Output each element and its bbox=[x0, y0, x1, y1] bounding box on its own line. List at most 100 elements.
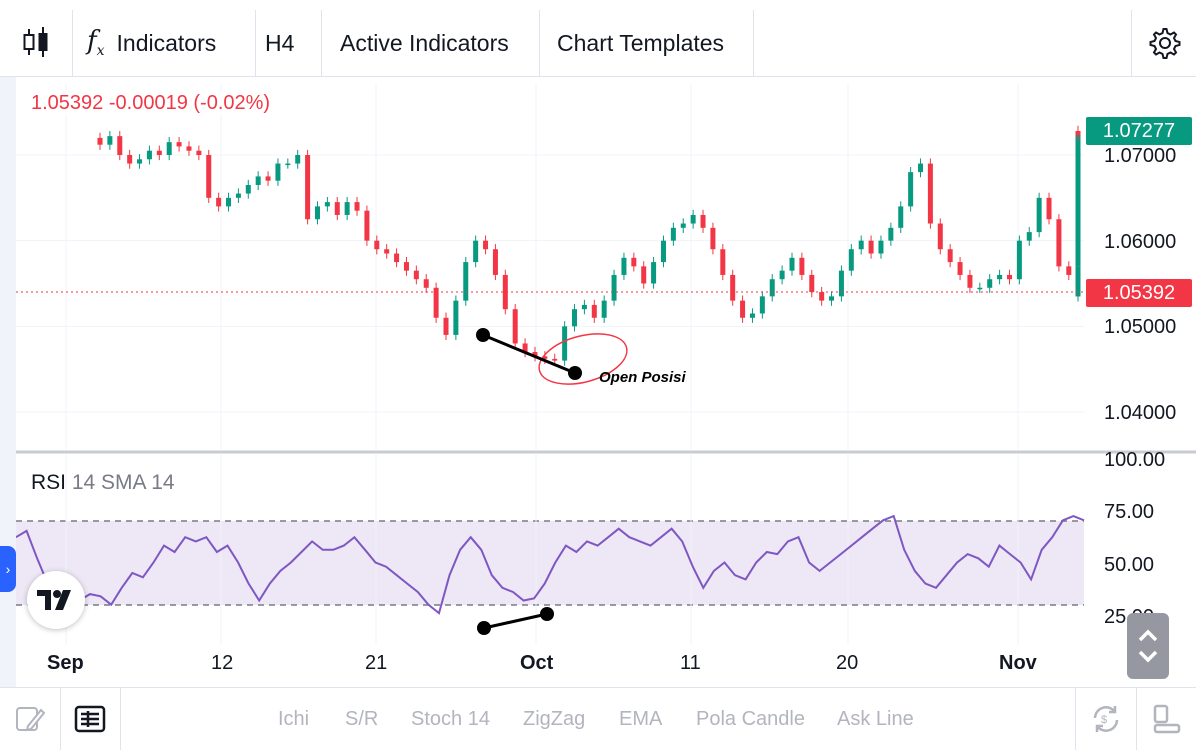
ask-line-button[interactable]: Ask Line bbox=[837, 708, 914, 731]
candle-body bbox=[621, 257, 627, 275]
candle-body bbox=[146, 150, 152, 160]
time-axis-label: Oct bbox=[520, 652, 554, 674]
candle-body bbox=[1066, 266, 1072, 275]
rsi-divergence-end-point bbox=[540, 607, 554, 621]
candle-body bbox=[314, 206, 320, 220]
legend-price: 1.05392 bbox=[31, 92, 104, 114]
candle-body bbox=[117, 136, 123, 155]
ichi-button[interactable]: Ichi bbox=[278, 708, 309, 731]
candle-body bbox=[226, 197, 232, 207]
sidebar-expand-tab[interactable]: › bbox=[0, 546, 16, 592]
chart-templates-button[interactable]: Chart Templates bbox=[540, 10, 754, 76]
candle-body bbox=[305, 155, 311, 220]
active-indicators-button[interactable]: Active Indicators bbox=[322, 10, 540, 76]
last-price-badge: 1.05392 bbox=[1086, 279, 1192, 307]
candle-body bbox=[957, 262, 963, 275]
candle-body bbox=[759, 296, 765, 314]
candle-body bbox=[878, 240, 884, 254]
candle-body bbox=[690, 214, 696, 224]
rsi-divergence-line bbox=[483, 612, 548, 630]
candle-body bbox=[1016, 240, 1022, 280]
candle-body bbox=[898, 206, 904, 228]
price-axis-label: 1.07000 bbox=[1104, 145, 1177, 167]
candle-body bbox=[670, 227, 676, 241]
candle-body bbox=[1026, 232, 1032, 241]
sync-icon[interactable]: $ bbox=[1075, 688, 1136, 750]
candle-body bbox=[819, 292, 825, 301]
interval-button[interactable]: H4 bbox=[256, 10, 322, 76]
chart-canvas[interactable] bbox=[0, 77, 1196, 687]
candle-body bbox=[1036, 197, 1042, 233]
time-axis-label: 12 bbox=[211, 652, 234, 674]
candle-body bbox=[344, 202, 350, 215]
time-axis-label: Sep bbox=[47, 652, 84, 674]
rsi-band bbox=[16, 521, 1084, 605]
candle-body bbox=[156, 150, 162, 155]
candle-body bbox=[483, 240, 489, 250]
candle-body bbox=[749, 313, 755, 318]
candle-body bbox=[888, 227, 894, 241]
candle-body bbox=[512, 309, 518, 344]
tradingview-logo[interactable] bbox=[27, 571, 85, 629]
candle-body bbox=[354, 202, 360, 211]
candle-body bbox=[127, 155, 133, 164]
tradingview-logo-icon bbox=[37, 590, 71, 610]
rsi-axis-label: 75.00 bbox=[1104, 501, 1155, 523]
zigzag-button[interactable]: ZigZag bbox=[523, 708, 585, 731]
indicator-list-icon[interactable] bbox=[60, 688, 121, 750]
candle-body bbox=[858, 240, 864, 250]
candle-body bbox=[196, 150, 202, 155]
interval-label: H4 bbox=[265, 29, 295, 56]
time-axis-label: Nov bbox=[999, 652, 1037, 674]
stoch-button[interactable]: Stoch 14 bbox=[411, 708, 490, 731]
candlestick-chart-type-icon[interactable] bbox=[8, 14, 64, 70]
legend-change: -0.00019 bbox=[108, 92, 188, 114]
candle-body bbox=[374, 240, 380, 250]
candle-body bbox=[997, 274, 1003, 280]
candle-body bbox=[1056, 219, 1062, 267]
candle-body bbox=[265, 176, 271, 181]
candle-body bbox=[403, 262, 409, 271]
candle-body bbox=[245, 184, 251, 194]
price-divergence-line bbox=[482, 333, 576, 375]
candle-body bbox=[1075, 155, 1081, 228]
candle-body bbox=[384, 249, 390, 254]
candle-body bbox=[453, 300, 459, 335]
rsi-divergence-start-point bbox=[477, 621, 491, 635]
candle-body bbox=[918, 163, 924, 173]
candle-body bbox=[285, 163, 291, 166]
candle-body bbox=[947, 249, 953, 263]
candle-body bbox=[137, 159, 143, 164]
candle-body bbox=[591, 304, 597, 318]
high-price-badge: 1.07277 bbox=[1086, 117, 1192, 145]
sr-button[interactable]: S/R bbox=[345, 708, 378, 731]
candle-body bbox=[334, 202, 340, 215]
candle-body bbox=[799, 257, 805, 275]
rsi-name: RSI bbox=[31, 471, 67, 494]
scroll-to-latest-button[interactable] bbox=[1127, 613, 1169, 679]
drawing-tools-icon[interactable] bbox=[0, 688, 61, 750]
candle-body bbox=[927, 163, 933, 224]
candle-body bbox=[908, 172, 914, 207]
price-axis-label: 1.04000 bbox=[1104, 402, 1177, 424]
pola-candle-button[interactable]: Pola Candle bbox=[696, 708, 805, 731]
price-axis-label: 1.06000 bbox=[1104, 231, 1177, 253]
candle-body bbox=[423, 279, 429, 288]
candle-body bbox=[651, 262, 657, 284]
layout-icon[interactable] bbox=[1136, 688, 1196, 750]
candle-body bbox=[443, 317, 449, 335]
price-divergence-start-point bbox=[476, 328, 490, 342]
ema-button[interactable]: EMA bbox=[619, 708, 662, 731]
candle-body bbox=[413, 270, 419, 280]
time-axis-label: 21 bbox=[365, 652, 388, 674]
svg-text:$: $ bbox=[1101, 714, 1107, 726]
candle-body bbox=[967, 274, 973, 288]
candle-body bbox=[710, 227, 716, 250]
chart-area[interactable]: 1.05392 -0.00019 (-0.02%) Open Posisi 1.… bbox=[0, 77, 1196, 687]
candle-body bbox=[255, 176, 261, 185]
candle-body bbox=[1006, 274, 1012, 280]
indicators-button[interactable]: fx Indicators bbox=[72, 10, 256, 76]
candle-body bbox=[295, 155, 301, 164]
settings-gear-icon[interactable] bbox=[1131, 10, 1196, 76]
chevrons-up-down-icon bbox=[1138, 629, 1158, 663]
